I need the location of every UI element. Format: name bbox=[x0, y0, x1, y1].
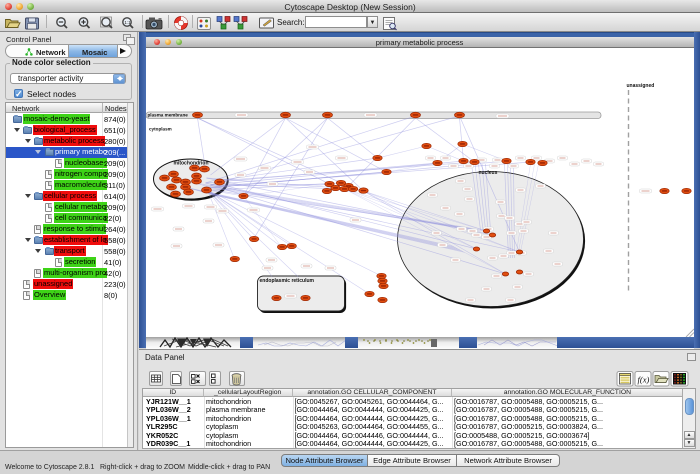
svg-text:1:1: 1:1 bbox=[124, 20, 131, 25]
svg-text:endoplasmic reticulum: endoplasmic reticulum bbox=[259, 278, 314, 284]
svg-text:f(x): f(x) bbox=[638, 374, 650, 384]
svg-text:plasma membrane: plasma membrane bbox=[147, 113, 188, 118]
svg-text:mitochondrion: mitochondrion bbox=[173, 161, 208, 167]
svg-text:cytoplasm: cytoplasm bbox=[149, 127, 172, 132]
svg-text:nucleus: nucleus bbox=[478, 170, 497, 176]
svg-text:unassigned: unassigned bbox=[626, 83, 654, 89]
